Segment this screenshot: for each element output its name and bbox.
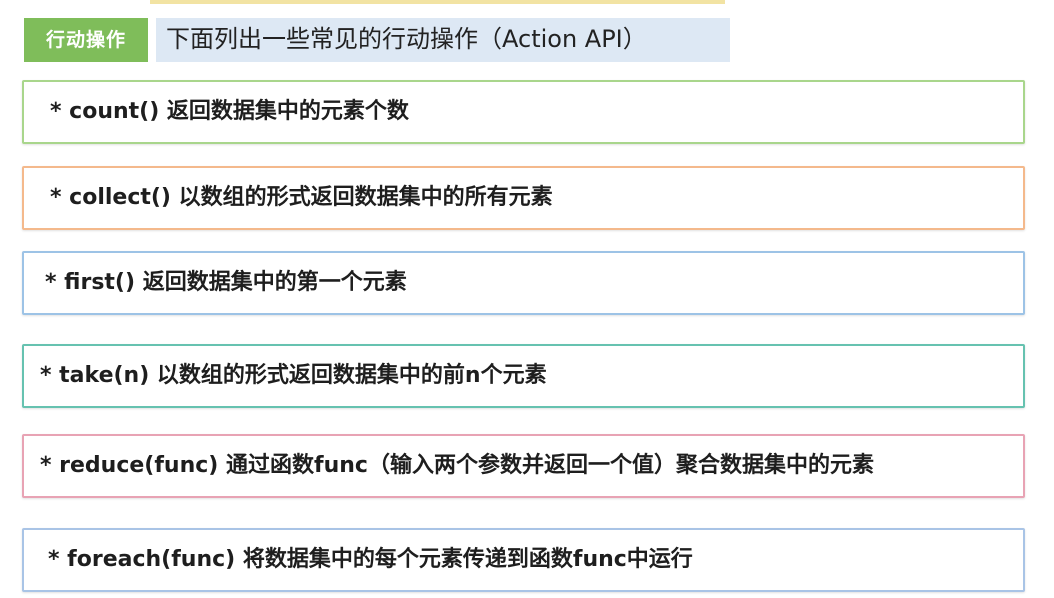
action-item-reduce: * reduce(func) 通过函数func（输入两个参数并返回一个值）聚合数…: [22, 434, 1025, 498]
action-item-count: * count() 返回数据集中的元素个数: [22, 80, 1025, 144]
action-item-text: * collect() 以数组的形式返回数据集中的所有元素: [50, 185, 553, 210]
action-item-collect: * collect() 以数组的形式返回数据集中的所有元素: [22, 166, 1025, 230]
top-accent-line: [150, 0, 725, 4]
section-tag: 行动操作: [24, 18, 148, 62]
action-item-first: * first() 返回数据集中的第一个元素: [22, 251, 1025, 315]
action-item-text: * first() 返回数据集中的第一个元素: [45, 270, 407, 295]
action-item-text: * foreach(func) 将数据集中的每个元素传递到函数func中运行: [48, 547, 693, 572]
action-item-text: * reduce(func) 通过函数func（输入两个参数并返回一个值）聚合数…: [40, 453, 874, 478]
action-item-text: * take(n) 以数组的形式返回数据集中的前n个元素: [40, 363, 547, 388]
section-description: 下面列出一些常见的行动操作（Action API）: [156, 18, 730, 62]
action-item-text: * count() 返回数据集中的元素个数: [50, 99, 409, 124]
action-item-take: * take(n) 以数组的形式返回数据集中的前n个元素: [22, 344, 1025, 408]
action-item-foreach: * foreach(func) 将数据集中的每个元素传递到函数func中运行: [22, 528, 1025, 592]
